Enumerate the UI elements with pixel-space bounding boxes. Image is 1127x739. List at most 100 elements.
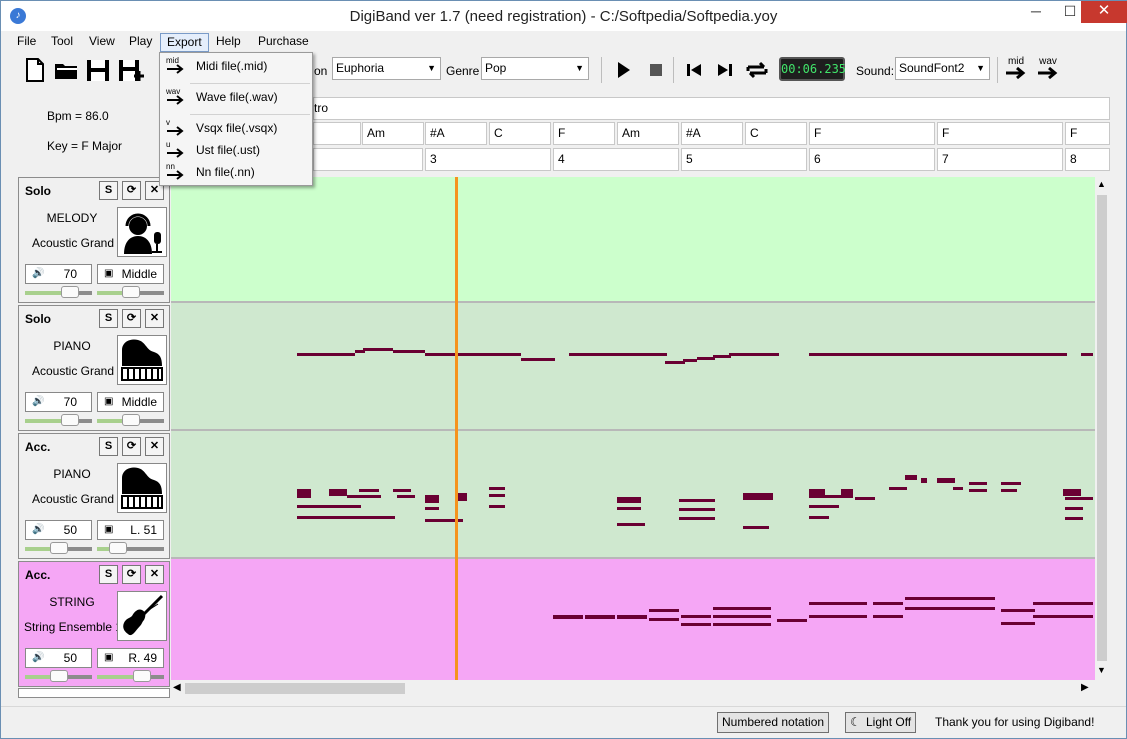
note[interactable] — [1001, 622, 1035, 625]
note[interactable] — [649, 609, 679, 612]
note[interactable] — [1065, 517, 1083, 520]
piano-icon[interactable] — [117, 335, 167, 385]
note[interactable] — [809, 602, 867, 605]
horizontal-scrollbar[interactable]: ◀ ▶ — [171, 681, 1095, 696]
chord-cell[interactable]: Am — [617, 122, 679, 145]
note[interactable] — [425, 507, 439, 510]
note[interactable] — [585, 615, 615, 619]
lane-melody[interactable] — [171, 177, 1095, 301]
loop-icon[interactable]: ⟳ — [122, 565, 141, 584]
note[interactable] — [297, 516, 395, 519]
export-midi-button[interactable]: mid — [1003, 57, 1029, 83]
solo-button[interactable]: S — [99, 437, 118, 456]
note[interactable] — [1001, 482, 1021, 485]
volume-box[interactable]: 🔊 70 — [25, 264, 92, 284]
delete-track-button[interactable]: ✕ — [145, 565, 164, 584]
note[interactable] — [329, 489, 347, 496]
note[interactable] — [679, 499, 715, 502]
note[interactable] — [809, 505, 839, 508]
track-instrument[interactable]: Acoustic Grand — [21, 364, 125, 378]
note[interactable] — [809, 615, 867, 618]
chord-cell[interactable]: F — [809, 122, 935, 145]
note[interactable] — [905, 475, 917, 480]
note[interactable] — [873, 615, 903, 618]
loop-icon[interactable]: ⟳ — [122, 437, 141, 456]
note[interactable] — [1033, 602, 1093, 605]
chord-cell[interactable]: #A — [425, 122, 487, 145]
export-midi-item[interactable]: mid Midi file(.mid) — [160, 55, 312, 77]
close-button[interactable]: ✕ — [1081, 1, 1127, 23]
export-nn-item[interactable]: nn Nn file(.nn) — [160, 161, 312, 183]
note[interactable] — [425, 353, 495, 356]
note[interactable] — [953, 487, 963, 490]
chord-cell[interactable]: F — [937, 122, 1063, 145]
key-readout[interactable]: Key = F Major — [47, 139, 122, 153]
note[interactable] — [679, 517, 715, 520]
note[interactable] — [969, 482, 987, 485]
export-ust-item[interactable]: u Ust file(.ust) — [160, 139, 312, 161]
note[interactable] — [873, 602, 903, 605]
playhead[interactable] — [455, 177, 458, 680]
stop-button[interactable] — [647, 61, 665, 79]
note[interactable] — [1001, 489, 1017, 492]
note[interactable] — [1035, 353, 1067, 356]
note[interactable] — [347, 495, 381, 498]
track-instrument[interactable]: Acoustic Grand — [21, 236, 125, 250]
violin-icon[interactable] — [117, 591, 167, 641]
horizontal-scroll-thumb[interactable] — [185, 683, 405, 694]
note[interactable] — [729, 353, 779, 356]
delete-track-button[interactable]: ✕ — [145, 437, 164, 456]
note[interactable] — [397, 495, 415, 498]
note[interactable] — [889, 487, 907, 490]
delete-track-button[interactable]: ✕ — [145, 309, 164, 328]
new-file-icon[interactable] — [23, 57, 47, 83]
note[interactable] — [967, 353, 999, 356]
open-folder-icon[interactable] — [53, 57, 77, 83]
numbered-notation-button[interactable]: Numbered notation — [717, 712, 830, 733]
note[interactable] — [553, 615, 583, 619]
menu-view[interactable]: View — [83, 33, 121, 52]
note[interactable] — [905, 597, 995, 600]
note[interactable] — [825, 495, 843, 498]
note[interactable] — [1081, 353, 1093, 356]
volume-box[interactable]: 🔊 70 — [25, 392, 92, 412]
note[interactable] — [937, 478, 955, 483]
genre-select[interactable]: Pop ▼ — [481, 57, 589, 80]
export-wav-button[interactable]: wav — [1035, 57, 1061, 83]
export-vsqx-item[interactable]: v Vsqx file(.vsqx) — [160, 117, 312, 139]
note[interactable] — [713, 623, 771, 626]
pan-slider-thumb[interactable] — [109, 542, 127, 554]
loop-icon[interactable]: ⟳ — [122, 181, 141, 200]
menu-help[interactable]: Help — [210, 33, 247, 52]
note[interactable] — [297, 489, 311, 498]
note[interactable] — [665, 361, 685, 364]
loop-button[interactable] — [745, 61, 769, 79]
note[interactable] — [681, 623, 711, 626]
solo-button[interactable]: S — [99, 309, 118, 328]
menu-purchase[interactable]: Purchase — [252, 33, 315, 52]
next-button[interactable] — [716, 61, 734, 79]
note[interactable] — [679, 508, 715, 511]
note[interactable] — [1065, 497, 1093, 500]
note[interactable] — [1063, 489, 1081, 496]
note[interactable] — [521, 358, 555, 361]
volume-slider-thumb[interactable] — [50, 670, 68, 682]
note[interactable] — [743, 493, 773, 500]
note[interactable] — [393, 350, 425, 353]
chord-cell[interactable]: Am — [362, 122, 424, 145]
note[interactable] — [1065, 507, 1083, 510]
singer-icon[interactable] — [117, 207, 167, 257]
pan-slider-thumb[interactable] — [133, 670, 151, 682]
note[interactable] — [393, 489, 411, 492]
volume-slider-thumb[interactable] — [50, 542, 68, 554]
light-off-button[interactable]: ☾ Light Off — [845, 712, 917, 733]
section-row[interactable]: tro — [313, 97, 1110, 120]
piano-icon[interactable] — [117, 463, 167, 513]
menu-export[interactable]: Export — [160, 33, 209, 52]
note[interactable] — [905, 607, 995, 610]
note[interactable] — [359, 489, 379, 492]
volume-box[interactable]: 🔊 50 — [25, 520, 92, 540]
note[interactable] — [1001, 609, 1035, 612]
play-button[interactable] — [615, 61, 633, 79]
note[interactable] — [363, 348, 393, 351]
